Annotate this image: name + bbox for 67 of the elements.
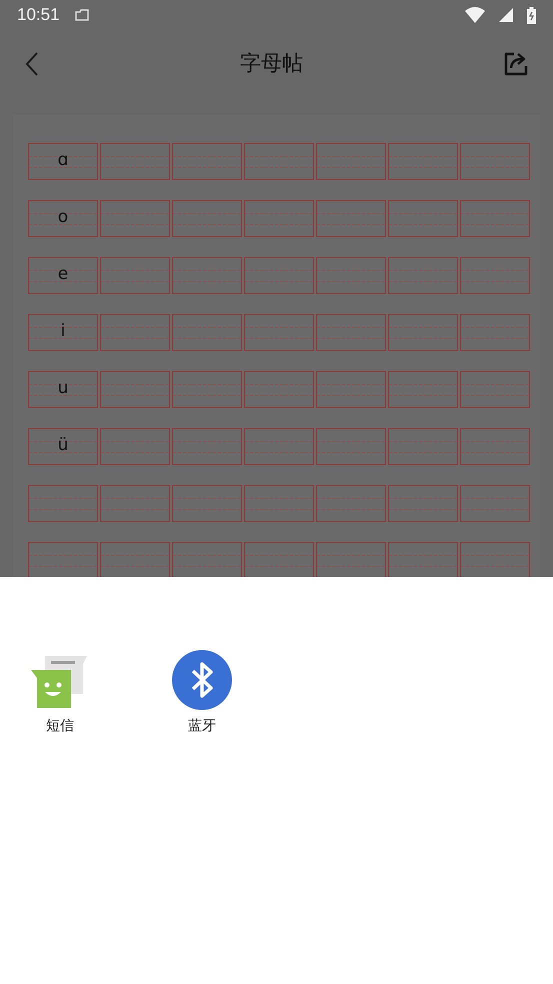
writing-cell xyxy=(100,485,170,522)
writing-cell xyxy=(172,143,242,180)
writing-cell xyxy=(316,314,386,351)
writing-cell xyxy=(172,485,242,522)
writing-cell xyxy=(388,143,458,180)
writing-cell xyxy=(244,200,314,237)
writing-cell xyxy=(28,485,98,522)
writing-cell xyxy=(388,542,458,577)
writing-cell xyxy=(316,200,386,237)
writing-cell xyxy=(316,428,386,465)
back-icon[interactable] xyxy=(24,51,40,77)
writing-cell xyxy=(316,143,386,180)
wifi-icon xyxy=(465,7,485,23)
writing-cell xyxy=(244,314,314,351)
share-target[interactable]: 短信 xyxy=(24,650,96,737)
writing-cell xyxy=(172,371,242,408)
writing-cell xyxy=(172,542,242,577)
letter-text: ɑ xyxy=(58,149,68,171)
writing-cell xyxy=(244,485,314,522)
battery-icon xyxy=(527,6,536,24)
writing-cell xyxy=(388,200,458,237)
writing-cell xyxy=(100,314,170,351)
page-title: 字母帖 xyxy=(240,50,303,78)
writing-cell xyxy=(460,371,530,408)
writing-cell xyxy=(172,428,242,465)
writing-cell xyxy=(460,257,530,294)
writing-cell xyxy=(316,257,386,294)
writing-cell xyxy=(172,314,242,351)
writing-cell xyxy=(460,542,530,577)
status-time: 10:51 xyxy=(17,4,60,26)
writing-cell xyxy=(388,257,458,294)
writing-cell xyxy=(100,428,170,465)
writing-cell xyxy=(100,542,170,577)
writing-cell xyxy=(460,200,530,237)
writing-cell xyxy=(388,371,458,408)
signal-icon xyxy=(499,8,513,22)
letter-text: o xyxy=(58,206,68,228)
writing-cell xyxy=(244,143,314,180)
letter-text: ü xyxy=(58,434,68,456)
writing-cell xyxy=(172,257,242,294)
writing-cell xyxy=(100,257,170,294)
writing-cell xyxy=(388,428,458,465)
writing-cell xyxy=(244,257,314,294)
writing-cell xyxy=(28,542,98,577)
writing-cell xyxy=(172,200,242,237)
letter-text: u xyxy=(58,377,68,399)
share-target[interactable]: 蓝牙 xyxy=(166,650,238,737)
writing-cell xyxy=(316,542,386,577)
writing-cell xyxy=(388,314,458,351)
writing-cell xyxy=(244,542,314,577)
letter-text: e xyxy=(58,263,68,285)
writing-cell xyxy=(100,143,170,180)
writing-cell xyxy=(460,314,530,351)
writing-cell xyxy=(244,371,314,408)
writing-cell xyxy=(316,371,386,408)
notification-icon xyxy=(74,8,90,22)
writing-cell xyxy=(244,428,314,465)
writing-cell xyxy=(316,485,386,522)
writing-cell xyxy=(460,143,530,180)
bluetooth-icon xyxy=(172,650,232,710)
writing-cell xyxy=(388,485,458,522)
share-icon[interactable] xyxy=(503,51,529,77)
writing-cell xyxy=(100,371,170,408)
writing-cell xyxy=(100,200,170,237)
writing-cell xyxy=(460,485,530,522)
letter-text: i xyxy=(60,320,66,342)
writing-cell xyxy=(460,428,530,465)
